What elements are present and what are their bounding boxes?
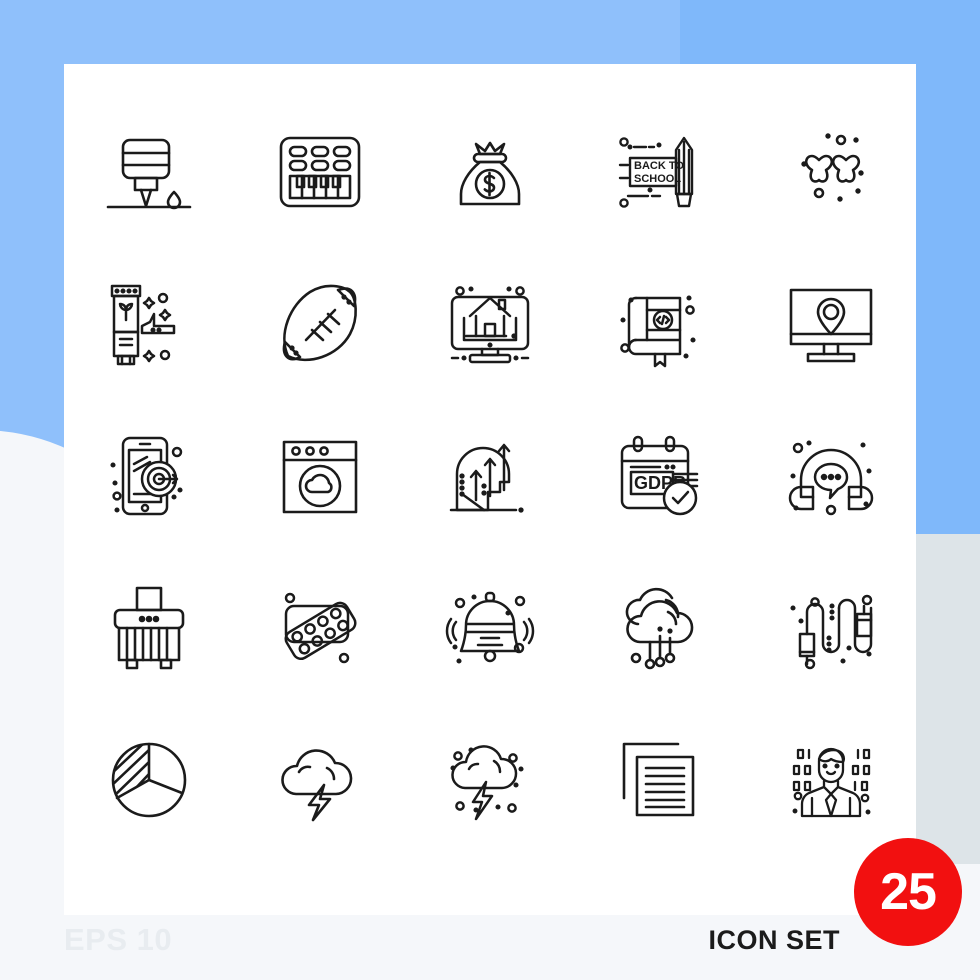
icon-cell-mobile-targeting[interactable]: [64, 400, 234, 552]
pill-blister-pack-icon: [284, 592, 357, 664]
browser-cloud-icon: [282, 440, 357, 514]
pie-chart-icon: [111, 742, 187, 818]
icon-cell-money-bag[interactable]: [405, 96, 575, 248]
icon-cell-ringing-bell[interactable]: [405, 552, 575, 704]
icon-cell-data-scientist[interactable]: [746, 704, 916, 856]
icon-cell-support-headphones[interactable]: [746, 400, 916, 552]
ringing-bell-icon: [445, 591, 535, 664]
midi-keyboard-icon: [279, 136, 360, 208]
stars-rating-icon: [801, 133, 864, 202]
icon-set-poster: BACK TO SCHOOL GDPR EPS 10 ICON SET 25: [0, 0, 980, 980]
icon-cell-copy-documents[interactable]: [575, 704, 745, 856]
money-bag-icon: [459, 141, 521, 206]
icon-cell-paper-shredder[interactable]: [64, 552, 234, 704]
icon-cell-midi-keyboard[interactable]: [234, 96, 404, 248]
back-to-school-icon: BACK TO SCHOOL: [619, 136, 694, 208]
support-headphones-icon: [788, 440, 873, 516]
icon-cell-stars[interactable]: [746, 96, 916, 248]
gdpr-compliance-icon: GDPR: [621, 435, 699, 516]
icon-count-value: 25: [880, 863, 937, 921]
laser-engraving-machine-icon: [106, 138, 192, 210]
icon-cell-online-real-estate[interactable]: [405, 248, 575, 400]
icon-cell-cloud-lightning[interactable]: [234, 704, 404, 856]
icon-set-label: ICON SET: [708, 925, 840, 955]
icon-cell-pill-blister-pack[interactable]: [234, 552, 404, 704]
icon-cell-coding-book[interactable]: [575, 248, 745, 400]
icon-cell-gdpr-compliance[interactable]: GDPR: [575, 400, 745, 552]
icon-cell-thunderstorm[interactable]: [405, 704, 575, 856]
svg-text:SCHOOL: SCHOOL: [634, 173, 681, 185]
mobile-targeting-icon: [110, 436, 183, 516]
cable-connectors-icon: [790, 594, 873, 670]
eps-version-label: EPS 10: [64, 922, 173, 957]
thunderstorm-icon: [450, 745, 524, 821]
online-real-estate-icon: [450, 286, 530, 364]
rugby-ball-icon: [282, 284, 357, 362]
icon-cell-back-to-school[interactable]: BACK TO SCHOOL: [575, 96, 745, 248]
icon-cell-cloud-computing[interactable]: [575, 552, 745, 704]
paper-shredder-icon: [113, 586, 185, 670]
cloud-computing-icon: [626, 587, 694, 670]
data-scientist-icon: [792, 747, 871, 818]
icon-cell-rugby-ball[interactable]: [234, 248, 404, 400]
icon-cell-cable-connectors[interactable]: [746, 552, 916, 704]
coding-book-icon: [620, 295, 696, 368]
copy-documents-icon: [623, 742, 695, 817]
online-location-monitor-icon: [789, 288, 873, 363]
icon-cell-laser-engraving-machine[interactable]: [64, 96, 234, 248]
icon-cell-browser-cloud[interactable]: [234, 400, 404, 552]
mind-growth-icon: [449, 443, 524, 513]
icon-cell-pie-chart[interactable]: [64, 704, 234, 856]
icon-count-badge: 25: [854, 838, 962, 946]
icon-cell-cosmetic-cream-tube[interactable]: [64, 248, 234, 400]
cloud-lightning-icon: [280, 749, 352, 822]
icon-cell-mind-growth[interactable]: [405, 400, 575, 552]
icon-grid: BACK TO SCHOOL GDPR: [64, 96, 916, 856]
icon-cell-online-location[interactable]: [746, 248, 916, 400]
cosmetic-cream-tube-icon: [110, 284, 176, 366]
